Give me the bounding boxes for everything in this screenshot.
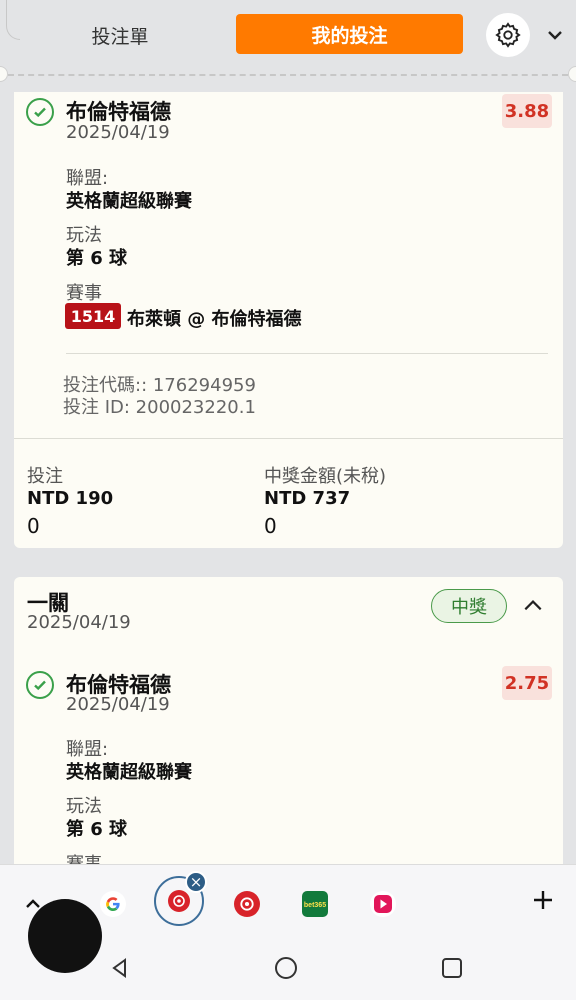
ticket-dashed-divider <box>8 74 568 76</box>
recents-square-icon <box>442 958 462 978</box>
league-value: 英格蘭超級聯賽 <box>66 762 192 783</box>
bet-date: 2025/04/19 <box>27 612 131 633</box>
google-g-glyph <box>106 897 120 911</box>
won-selection-indicator <box>26 671 54 699</box>
nav-recents-button[interactable] <box>437 953 467 983</box>
selection-date: 2025/04/19 <box>66 694 170 715</box>
expand-toggle-button[interactable] <box>540 20 570 50</box>
odds-badge: 2.75 <box>502 666 552 700</box>
video-play-glyph <box>374 895 392 913</box>
check-icon <box>34 107 46 118</box>
nav-home-button[interactable] <box>271 953 301 983</box>
chevron-down-icon <box>548 31 562 40</box>
google-icon[interactable] <box>100 891 126 917</box>
event-number-badge: 1514 <box>65 303 121 329</box>
won-selection-indicator <box>26 98 54 126</box>
video-app-icon[interactable] <box>370 891 396 917</box>
market-value: 第 6 球 <box>66 248 128 269</box>
tab-betslip[interactable]: 投注單 <box>30 16 210 54</box>
chevron-up-icon <box>524 600 542 611</box>
top-tab-bar: 投注單 我的投注 <box>0 0 576 82</box>
section-divider <box>66 353 548 354</box>
card-divider <box>14 438 563 439</box>
settings-button[interactable] <box>486 13 530 57</box>
event-match: 布萊頓 @ 布倫特福德 <box>127 309 302 330</box>
ticket-notch-right <box>568 66 576 82</box>
tab-my-bets[interactable]: 我的投注 <box>236 14 463 54</box>
stake-label: 投注 <box>27 466 63 487</box>
payout-value: NTD 737 <box>264 488 351 509</box>
gear-icon <box>495 22 521 48</box>
stake-sub: 0 <box>27 514 40 538</box>
odds-badge: 3.88 <box>502 94 552 128</box>
check-icon <box>34 680 46 691</box>
bet-card: 一關 2025/04/19 中獎 布倫特福德 2025/04/19 2.75 聯… <box>14 577 563 897</box>
market-value: 第 6 球 <box>66 819 128 840</box>
nav-back-button[interactable] <box>105 953 135 983</box>
back-triangle-icon <box>112 958 126 978</box>
stake-value: NTD 190 <box>27 488 114 509</box>
lottery-logo-glyph <box>173 895 185 907</box>
selection-date: 2025/04/19 <box>66 122 170 143</box>
status-badge: 中獎 <box>431 589 507 623</box>
payout-sub: 0 <box>264 514 277 538</box>
ticket-notch-left <box>0 66 8 82</box>
home-circle-icon <box>275 957 297 979</box>
plus-icon <box>534 891 552 909</box>
new-tab-button[interactable] <box>526 883 560 917</box>
payout-label: 中獎金額(未稅) <box>264 466 387 487</box>
close-tab-icon[interactable]: × <box>185 871 207 893</box>
decorative-corner <box>6 0 20 40</box>
taiwan-lottery-icon[interactable] <box>234 891 260 917</box>
lottery-logo-glyph <box>240 897 254 911</box>
event-label: 賽事 <box>66 283 102 304</box>
browser-bottom-bar: × bet365 <box>0 864 576 1000</box>
bet-card: 布倫特福德 2025/04/19 3.88 聯盟: 英格蘭超級聯賽 玩法 第 6… <box>14 92 563 548</box>
league-value: 英格蘭超級聯賽 <box>66 191 192 212</box>
taiwan-lottery-icon <box>168 890 190 912</box>
bet365-icon[interactable]: bet365 <box>302 891 328 917</box>
bet365-logo-text: bet365 <box>304 902 326 909</box>
floating-assistive-button[interactable] <box>28 899 102 973</box>
collapse-button[interactable] <box>518 591 548 621</box>
bet-id: 投注 ID: 200023220.1 <box>63 397 256 418</box>
bet365-logo-glyph: bet365 <box>304 902 326 909</box>
